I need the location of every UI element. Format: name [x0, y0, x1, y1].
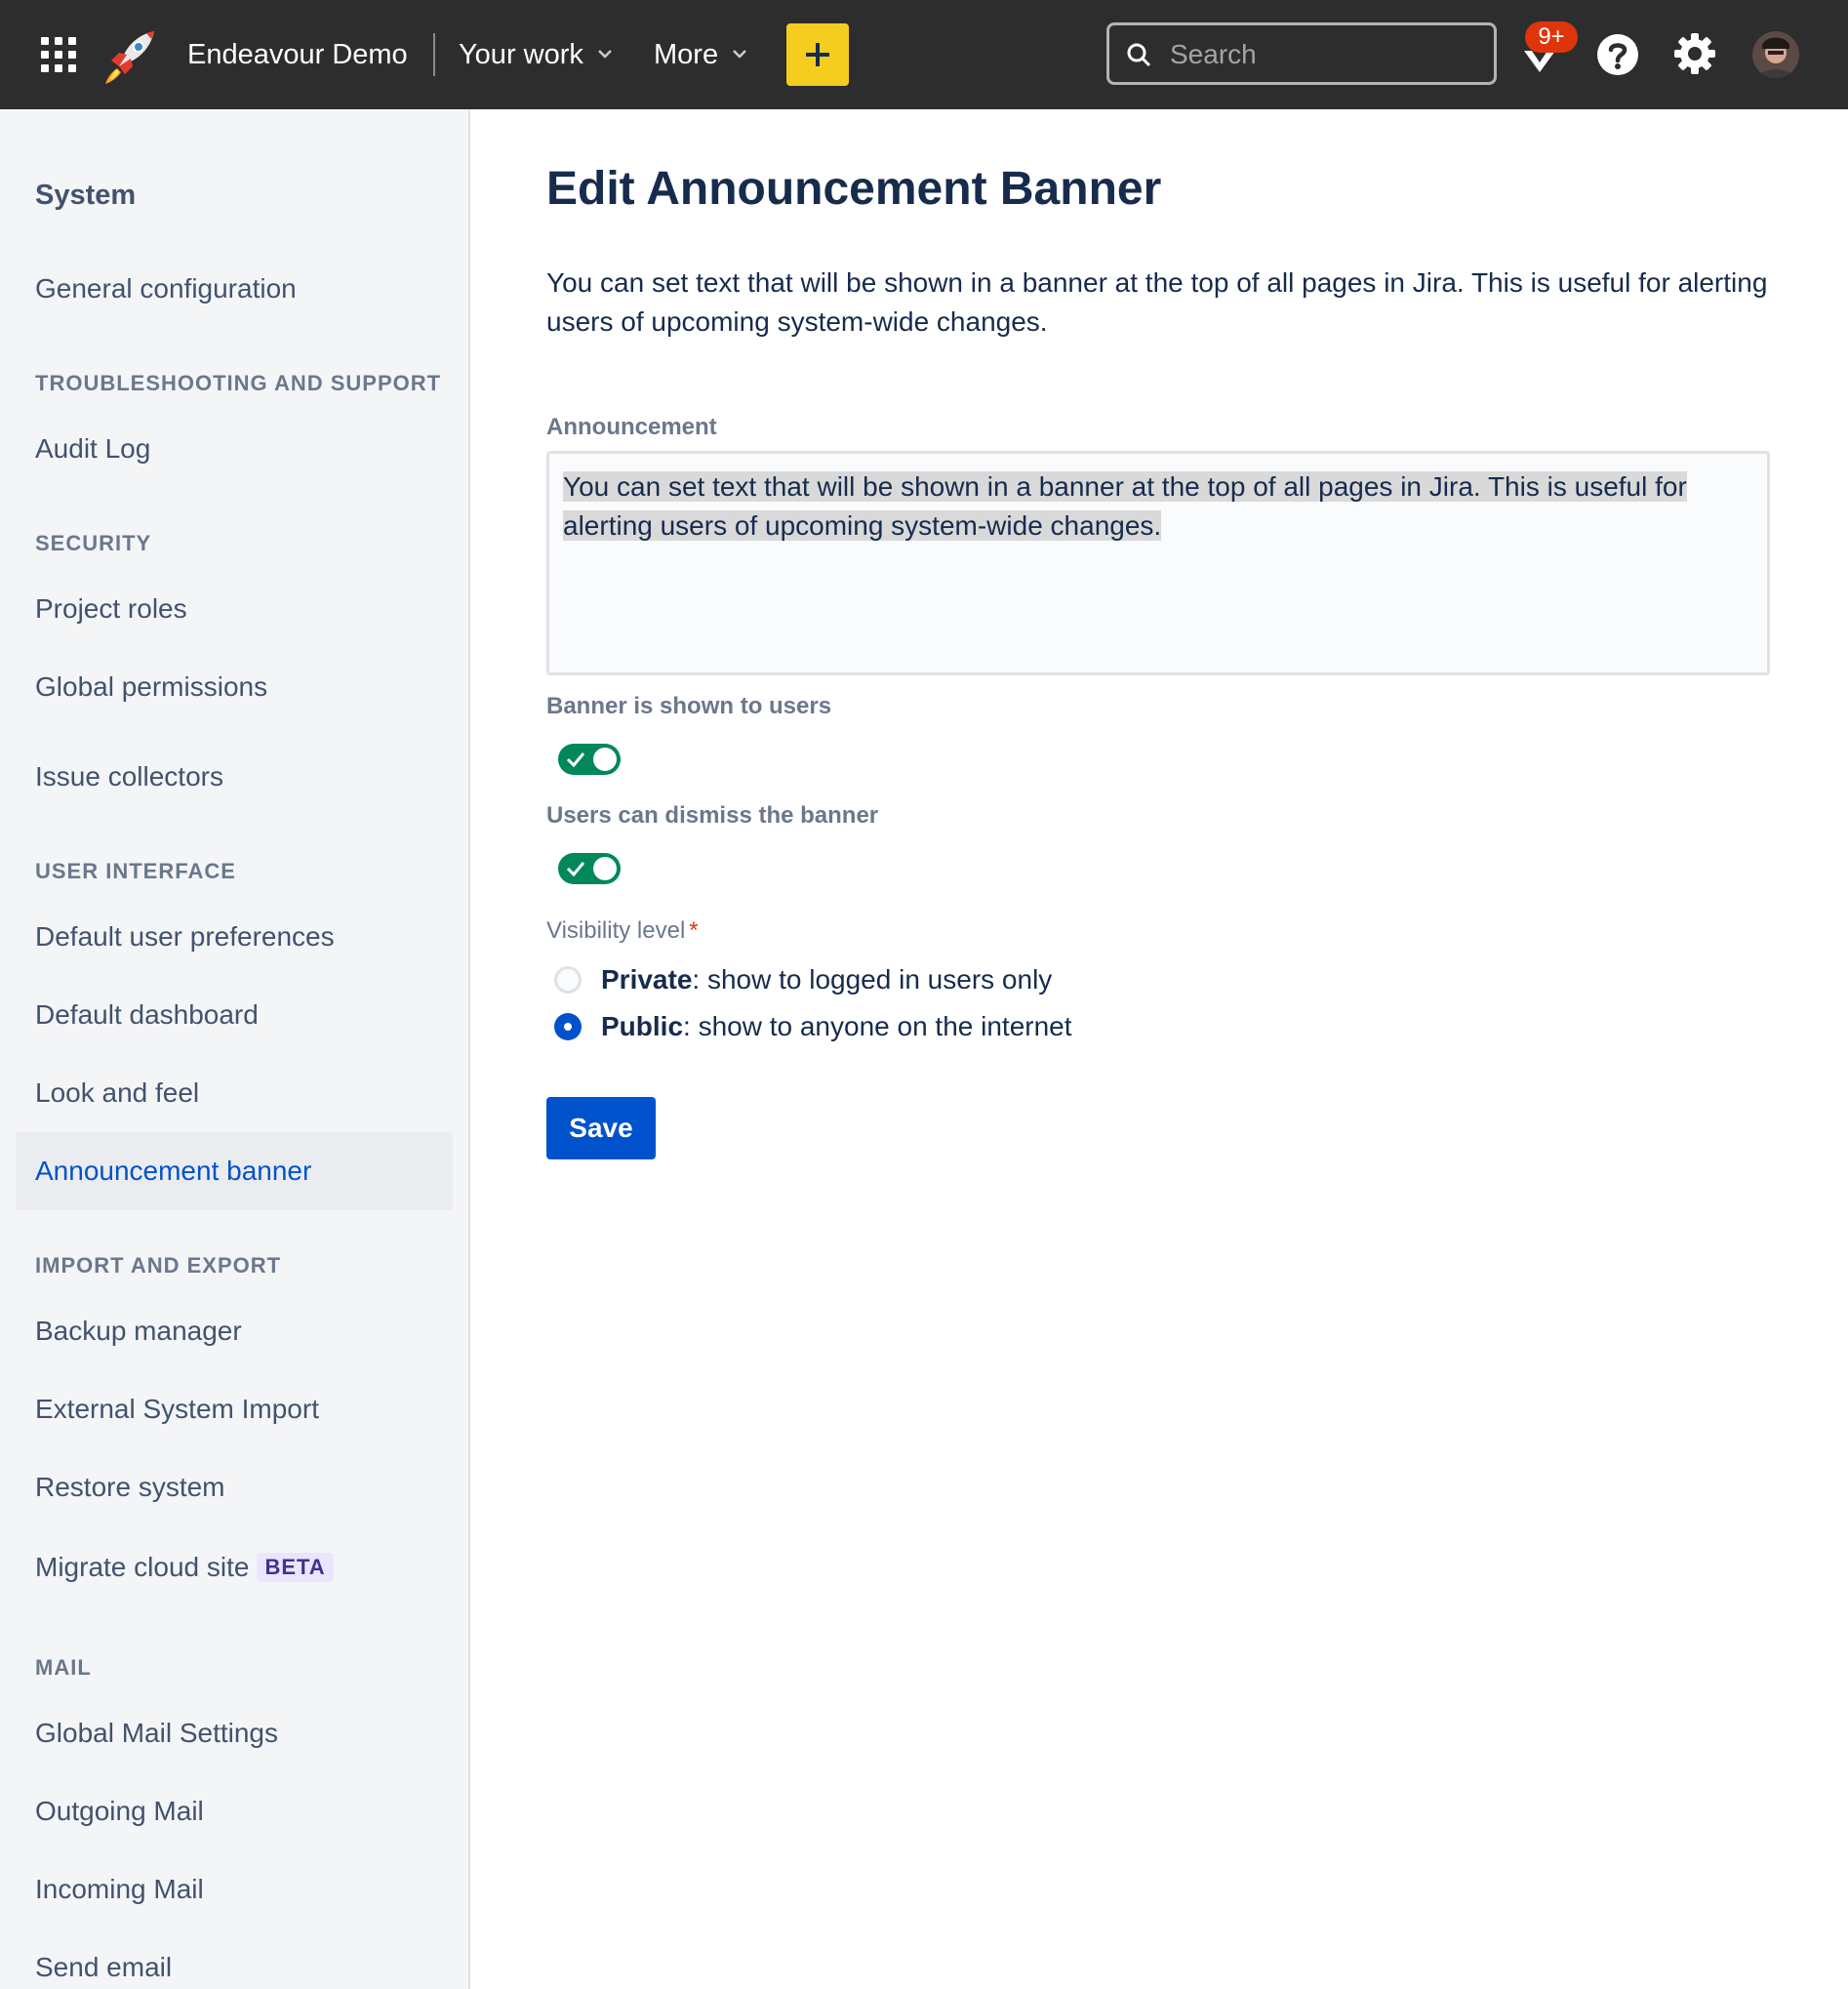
search-box[interactable]	[1106, 22, 1497, 85]
private-strong: Private	[601, 964, 693, 994]
announcement-text: You can set text that will be shown in a…	[563, 471, 1687, 541]
public-description: : show to anyone on the internet	[683, 1011, 1072, 1041]
notification-count-badge: 9+	[1525, 21, 1578, 53]
private-option-label: Private: show to logged in users only	[601, 962, 1052, 997]
nav-divider	[433, 33, 435, 76]
top-navigation-bar: Endeavour Demo Your work More 9+	[0, 0, 1848, 109]
migrate-cloud-site-label: Migrate cloud site	[35, 1552, 250, 1582]
visibility-level-text: Visibility level	[546, 917, 686, 944]
sidebar-item-send-email[interactable]: Send email	[35, 1950, 172, 1985]
check-icon	[566, 862, 585, 877]
sidebar-item-announcement-banner[interactable]: Announcement banner	[35, 1154, 311, 1189]
sidebar-item-default-user-preferences[interactable]: Default user preferences	[35, 919, 335, 954]
sidebar-item-project-roles[interactable]: Project roles	[35, 591, 187, 627]
check-icon	[566, 752, 585, 768]
more-label: More	[654, 39, 719, 70]
sidebar-item-issue-collectors[interactable]: Issue collectors	[35, 759, 223, 794]
create-button[interactable]	[786, 23, 849, 86]
announcement-label: Announcement	[546, 414, 717, 440]
private-description: : show to logged in users only	[692, 964, 1053, 994]
your-work-menu[interactable]: Your work	[459, 37, 613, 72]
sidebar-heading-troubleshooting: TROUBLESHOOTING AND SUPPORT	[35, 371, 442, 395]
rocket-logo-icon[interactable]	[98, 25, 160, 88]
sidebar-item-outgoing-mail[interactable]: Outgoing Mail	[35, 1794, 204, 1829]
beta-badge: BETA	[257, 1553, 334, 1582]
dismiss-banner-label: Users can dismiss the banner	[546, 802, 879, 829]
sidebar-item-global-permissions[interactable]: Global permissions	[35, 670, 267, 705]
chevron-down-icon	[733, 50, 747, 60]
required-marker: *	[689, 917, 699, 944]
chevron-down-icon	[598, 50, 612, 60]
visibility-level-label: Visibility level *	[546, 917, 699, 945]
sidebar-heading-mail: MAIL	[35, 1655, 92, 1680]
avatar-image	[1752, 31, 1799, 78]
app-switcher-icon[interactable]	[41, 37, 76, 72]
banner-shown-toggle[interactable]	[558, 744, 621, 775]
help-icon[interactable]	[1596, 33, 1639, 76]
banner-shown-label: Banner is shown to users	[546, 693, 832, 719]
sidebar-item-global-mail-settings[interactable]: Global Mail Settings	[35, 1716, 278, 1751]
sidebar-item-general-configuration[interactable]: General configuration	[35, 271, 297, 306]
admin-sidebar: System General configuration TROUBLESHOO…	[0, 109, 470, 1989]
page-title: Edit Announcement Banner	[546, 163, 1162, 215]
public-option-label: Public: show to anyone on the internet	[601, 1009, 1072, 1044]
sidebar-item-default-dashboard[interactable]: Default dashboard	[35, 997, 259, 1033]
sidebar-item-incoming-mail[interactable]: Incoming Mail	[35, 1872, 204, 1907]
sidebar-item-restore-system[interactable]: Restore system	[35, 1470, 225, 1505]
your-work-label: Your work	[459, 39, 583, 70]
save-button[interactable]: Save	[546, 1097, 656, 1159]
sidebar-item-backup-manager[interactable]: Backup manager	[35, 1314, 242, 1349]
more-menu[interactable]: More	[654, 37, 747, 72]
toggle-knob	[593, 748, 617, 771]
site-name-link[interactable]: Endeavour Demo	[187, 37, 408, 72]
dismiss-banner-toggle[interactable]	[558, 853, 621, 884]
toggle-knob	[593, 857, 617, 880]
sidebar-title: System	[35, 180, 137, 211]
sidebar-item-look-and-feel[interactable]: Look and feel	[35, 1076, 199, 1111]
search-input[interactable]	[1168, 33, 1484, 76]
sidebar-heading-security: SECURITY	[35, 531, 152, 555]
page-description: You can set text that will be shown in a…	[546, 267, 1768, 337]
sidebar-item-external-system-import[interactable]: External System Import	[35, 1392, 319, 1427]
settings-gear-icon[interactable]	[1672, 31, 1717, 76]
sidebar-item-audit-log[interactable]: Audit Log	[35, 431, 150, 467]
announcement-textarea[interactable]: You can set text that will be shown in a…	[546, 451, 1770, 675]
public-strong: Public	[601, 1011, 684, 1041]
sidebar-heading-user-interface: USER INTERFACE	[35, 859, 236, 883]
search-icon	[1127, 43, 1151, 67]
sidebar-item-migrate-cloud-site[interactable]: Migrate cloud site BETA	[35, 1550, 334, 1585]
plus-icon	[806, 43, 829, 66]
user-avatar[interactable]	[1752, 31, 1799, 78]
private-radio[interactable]	[554, 966, 582, 994]
public-radio[interactable]	[554, 1013, 582, 1040]
sidebar-heading-import-export: IMPORT AND EXPORT	[35, 1253, 282, 1278]
